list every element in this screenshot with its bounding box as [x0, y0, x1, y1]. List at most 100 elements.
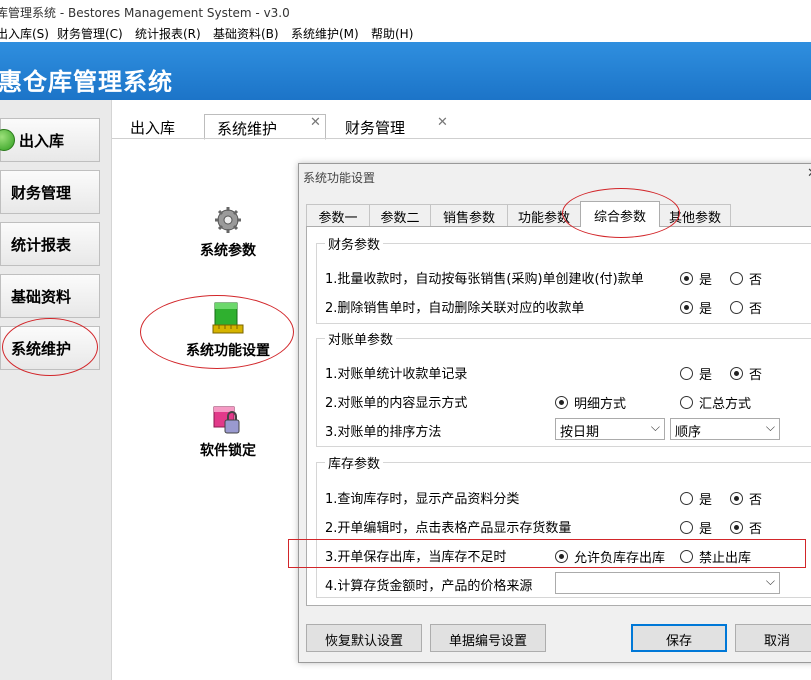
select-value: 顺序 [675, 425, 702, 440]
sidebar-item-inout[interactable]: 出入库 [0, 118, 100, 162]
menu-reports[interactable]: 统计报表(R) [135, 25, 201, 42]
sidebar-item-reports[interactable]: 统计报表 [0, 222, 100, 266]
radio-unchecked-icon [680, 492, 693, 505]
software-lock-icon[interactable] [211, 404, 243, 436]
dialog-title: 系统功能设置 [303, 171, 376, 185]
radio-no[interactable]: 否 [730, 269, 762, 288]
radio-unchecked-icon [730, 272, 743, 285]
menu-finance[interactable]: 财务管理(C) [57, 25, 123, 42]
tab-sales-params[interactable]: 销售参数 [430, 204, 508, 226]
sidebar-item-label: 基础资料 [11, 287, 72, 306]
radio-label: 是 [699, 493, 713, 508]
radio-detail[interactable]: 明细方式 [555, 393, 626, 412]
radio-unchecked-icon [730, 301, 743, 314]
radio-yes[interactable]: 是 [680, 364, 712, 383]
radio-label: 否 [749, 522, 763, 537]
price-source-select[interactable]: ⌵ [555, 572, 780, 594]
system-params-icon[interactable] [210, 205, 244, 235]
radio-no[interactable]: 否 [730, 298, 762, 317]
menu-bar: 出入库(S) 财务管理(C) 统计报表(R) 基础资料(B) 系统维护(M) 帮… [0, 22, 811, 42]
chevron-down-icon: ⌵ [765, 420, 775, 434]
radio-no[interactable]: 否 [730, 364, 762, 383]
tab-params-2[interactable]: 参数二 [369, 204, 431, 226]
radio-yes[interactable]: 是 [680, 269, 712, 288]
radio-label: 明细方式 [574, 397, 627, 412]
tab-other-params[interactable]: 其他参数 [659, 204, 731, 226]
setting-label: 2.对账单的内容显示方式 [325, 396, 468, 411]
restore-defaults-button[interactable]: 恢复默认设置 [306, 624, 422, 652]
radio-label: 汇总方式 [699, 397, 752, 412]
sidebar-item-label: 出入库 [19, 131, 65, 150]
menu-basic[interactable]: 基础资料(B) [213, 25, 279, 42]
sidebar-item-finance[interactable]: 财务管理 [0, 170, 100, 214]
radio-yes[interactable]: 是 [680, 489, 712, 508]
radio-yes[interactable]: 是 [680, 298, 712, 317]
radio-label: 否 [749, 302, 763, 317]
radio-yes[interactable]: 是 [680, 518, 712, 537]
app-banner: 惠仓库管理系统 [0, 42, 811, 100]
group-label: 对账单参数 [325, 329, 397, 348]
close-icon[interactable]: ✕ [807, 166, 811, 181]
close-icon[interactable]: ✕ [437, 115, 448, 130]
close-icon[interactable]: ✕ [310, 115, 321, 130]
radio-checked-icon [730, 367, 743, 380]
setting-label: 3.对账单的排序方法 [325, 425, 442, 440]
cancel-button[interactable]: 取消 [735, 624, 811, 652]
radio-checked-icon [680, 301, 693, 314]
menu-inout[interactable]: 出入库(S) [0, 25, 49, 42]
radio-label: 否 [749, 368, 763, 383]
tab-params-1[interactable]: 参数一 [306, 204, 370, 226]
radio-checked-icon [555, 396, 568, 409]
green-circle-icon [0, 129, 15, 151]
sidebar-item-maintenance[interactable]: 系统维护 [0, 326, 100, 370]
group-label: 库存参数 [325, 453, 384, 472]
tool-system-params[interactable]: 系统参数 [173, 240, 283, 260]
tab-maintenance[interactable]: 系统维护 [204, 114, 326, 140]
radio-checked-icon [730, 492, 743, 505]
radio-no[interactable]: 否 [730, 489, 762, 508]
sort-by-select[interactable]: 按日期 ⌵ [555, 418, 665, 440]
radio-checked-icon [730, 521, 743, 534]
radio-label: 是 [699, 368, 713, 383]
tab-divider [112, 138, 811, 139]
radio-label: 否 [749, 273, 763, 288]
sidebar-item-label: 财务管理 [11, 183, 72, 202]
tool-software-lock[interactable]: 软件锁定 [173, 440, 283, 460]
radio-label: 是 [699, 273, 713, 288]
document-tabs: 出入库 系统维护 ✕ 财务管理 ✕ [112, 110, 811, 140]
radio-label: 否 [749, 493, 763, 508]
menu-maintenance[interactable]: 系统维护(M) [291, 25, 359, 42]
sidebar-item-label: 系统维护 [11, 339, 72, 358]
sidebar: 出入库 财务管理 统计报表 基础资料 系统维护 [0, 100, 112, 680]
tab-label: 系统维护 [217, 120, 278, 138]
radio-unchecked-icon [680, 396, 693, 409]
function-settings-icon[interactable] [211, 301, 245, 335]
radio-no[interactable]: 否 [730, 518, 762, 537]
radio-label: 是 [699, 302, 713, 317]
save-button[interactable]: 保存 [631, 624, 727, 652]
setting-label: 2.删除销售单时，自动删除关联对应的收款单 [325, 301, 585, 316]
tab-finance[interactable]: 财务管理 [333, 114, 415, 140]
setting-label: 1.查询库存时，显示产品资料分类 [325, 492, 520, 507]
menu-help[interactable]: 帮助(H) [371, 25, 413, 42]
setting-label: 4.计算存货金额时，产品的价格来源 [325, 579, 533, 594]
order-select[interactable]: 顺序 ⌵ [670, 418, 780, 440]
setting-label: 1.对账单统计收款单记录 [325, 367, 468, 382]
banner-title: 惠仓库管理系统 [0, 68, 173, 96]
radio-unchecked-icon [680, 367, 693, 380]
setting-label: 2.开单编辑时，点击表格产品显示存货数量 [325, 521, 572, 536]
chevron-down-icon: ⌵ [650, 420, 660, 434]
radio-summary[interactable]: 汇总方式 [680, 393, 751, 412]
tab-general-params[interactable]: 综合参数 [580, 201, 660, 227]
tab-function-params[interactable]: 功能参数 [507, 204, 581, 226]
sidebar-item-label: 统计报表 [11, 235, 72, 254]
tab-inout[interactable]: 出入库 [118, 114, 185, 140]
sidebar-item-basic[interactable]: 基础资料 [0, 274, 100, 318]
group-label: 财务参数 [325, 234, 384, 253]
radio-checked-icon [680, 272, 693, 285]
tool-function-settings[interactable]: 系统功能设置 [173, 340, 283, 360]
numbering-settings-button[interactable]: 单据编号设置 [430, 624, 546, 652]
radio-unchecked-icon [680, 521, 693, 534]
radio-label: 是 [699, 522, 713, 537]
window-title: 库管理系统 - Bestores Management System - v3.… [0, 0, 807, 22]
